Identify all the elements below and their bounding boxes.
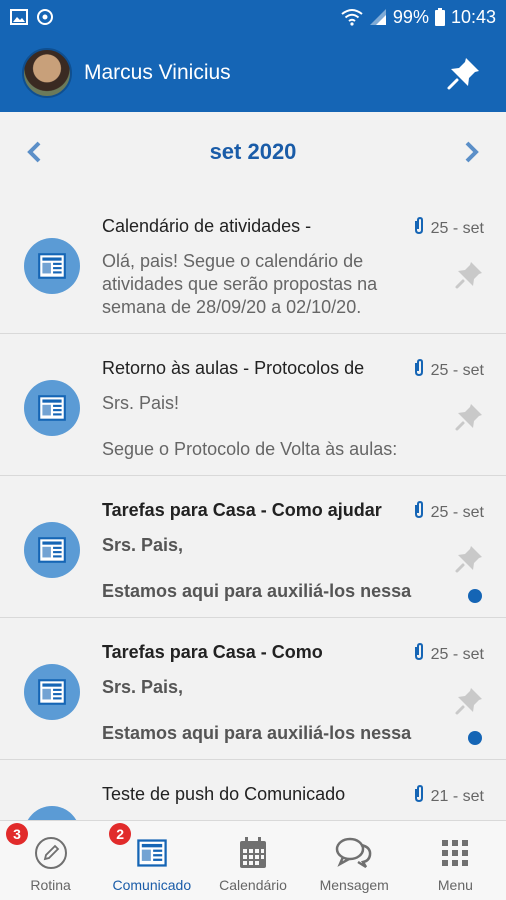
message-item[interactable]: Retorno às aulas - Protocolos de 25 - se… bbox=[0, 334, 506, 476]
clock: 10:43 bbox=[450, 6, 496, 27]
message-date: 25 - set bbox=[413, 642, 484, 666]
message-item[interactable]: Calendário de atividades - 25 - set Olá,… bbox=[0, 192, 506, 334]
sync-notification-icon bbox=[37, 9, 53, 25]
nav-menu[interactable]: Menu bbox=[405, 821, 506, 900]
nav-mensagem[interactable]: Mensagem bbox=[304, 821, 405, 900]
message-preview: Srs. Pais, Estamos aqui para auxiliá-los… bbox=[102, 677, 412, 743]
message-date-text: 25 - set bbox=[430, 503, 484, 521]
newsletter-icon bbox=[24, 522, 80, 578]
message-title: Retorno às aulas - Protocolos de bbox=[102, 358, 365, 378]
user-name: Marcus Vinicius bbox=[84, 61, 231, 84]
newsletter-icon bbox=[135, 835, 169, 871]
chat-icon bbox=[335, 835, 373, 871]
message-title: Tarefas para Casa - Como bbox=[102, 642, 323, 662]
pushpin-icon bbox=[454, 262, 484, 294]
nav-label: Rotina bbox=[30, 877, 71, 893]
pin-message-button[interactable] bbox=[454, 260, 484, 290]
message-date: 25 - set bbox=[413, 500, 484, 524]
message-date-text: 25 - set bbox=[430, 645, 484, 663]
newsletter-icon bbox=[24, 664, 80, 720]
attachment-icon bbox=[413, 784, 425, 808]
month-navigation: set 2020 bbox=[0, 112, 506, 192]
message-preview: Srs. Pais, Estamos aqui para auxiliá-los… bbox=[102, 535, 412, 601]
app-header: Marcus Vinicius bbox=[0, 34, 506, 112]
message-preview: Srs. Pais! Segue o Protocolo de Volta às… bbox=[102, 393, 398, 459]
message-title: Teste de push do Comunicado bbox=[102, 784, 346, 804]
pin-message-button[interactable] bbox=[454, 402, 484, 432]
grid-icon bbox=[440, 835, 470, 871]
nav-comunicado[interactable]: Comunicado 2 bbox=[101, 821, 202, 900]
signal-icon bbox=[369, 9, 386, 25]
nav-rotina[interactable]: Rotina 3 bbox=[0, 821, 101, 900]
message-date: 25 - set bbox=[413, 216, 484, 240]
gallery-notification-icon bbox=[10, 9, 28, 25]
pushpin-icon bbox=[454, 404, 484, 436]
newsletter-icon bbox=[24, 380, 80, 436]
unread-indicator bbox=[468, 589, 482, 603]
newsletter-icon bbox=[24, 806, 80, 820]
message-date-text: 25 - set bbox=[430, 219, 484, 237]
message-preview: Olá, pais! Segue o calendário de ativida… bbox=[102, 251, 378, 317]
message-item[interactable]: Tarefas para Casa - Como ajudar 25 - set… bbox=[0, 476, 506, 618]
message-title: Calendário de atividades - bbox=[102, 216, 312, 236]
nav-calendario[interactable]: Calendário bbox=[202, 821, 303, 900]
attachment-icon bbox=[413, 216, 425, 240]
nav-label: Menu bbox=[437, 877, 473, 893]
status-bar: 99% 10:43 bbox=[0, 0, 506, 34]
newsletter-icon bbox=[24, 238, 80, 294]
pushpin-icon bbox=[454, 546, 484, 578]
pushpin-icon bbox=[447, 58, 479, 90]
nav-label: Comunicado bbox=[112, 877, 192, 893]
message-date: 21 - set bbox=[413, 784, 484, 808]
current-month-label: set 2020 bbox=[209, 139, 297, 164]
pin-message-button[interactable] bbox=[454, 544, 484, 574]
message-title: Tarefas para Casa - Como ajudar bbox=[102, 500, 382, 520]
message-list: Calendário de atividades - 25 - set Olá,… bbox=[0, 192, 506, 820]
pin-button[interactable] bbox=[444, 53, 484, 93]
pin-message-button[interactable] bbox=[454, 686, 484, 716]
message-item[interactable]: Tarefas para Casa - Como 25 - set Srs. P… bbox=[0, 618, 506, 760]
attachment-icon bbox=[413, 642, 425, 666]
notification-badge: 2 bbox=[109, 823, 132, 845]
previous-month-button[interactable] bbox=[22, 140, 46, 164]
message-item[interactable]: Teste de push do Comunicado 21 - set bbox=[0, 760, 506, 820]
battery-icon bbox=[434, 8, 445, 26]
calendar-icon bbox=[238, 835, 268, 871]
message-date-text: 21 - set bbox=[430, 787, 484, 805]
chevron-left-icon bbox=[27, 141, 41, 163]
avatar[interactable] bbox=[22, 48, 72, 98]
next-month-button[interactable] bbox=[460, 140, 484, 164]
notification-badge: 3 bbox=[6, 823, 28, 845]
battery-percent: 99% bbox=[392, 6, 429, 27]
message-date-text: 25 - set bbox=[430, 361, 484, 379]
attachment-icon bbox=[413, 358, 425, 382]
unread-indicator bbox=[468, 731, 482, 745]
attachment-icon bbox=[413, 500, 425, 524]
wifi-icon bbox=[341, 9, 363, 26]
message-date: 25 - set bbox=[413, 358, 484, 382]
bottom-navigation: Rotina 3 Comunicado 2 Calendário Mensage… bbox=[0, 820, 506, 900]
pencil-icon bbox=[34, 835, 68, 871]
nav-label: Mensagem bbox=[319, 877, 389, 893]
chevron-right-icon bbox=[465, 141, 479, 163]
nav-label: Calendário bbox=[219, 877, 287, 893]
pushpin-icon bbox=[454, 688, 484, 720]
